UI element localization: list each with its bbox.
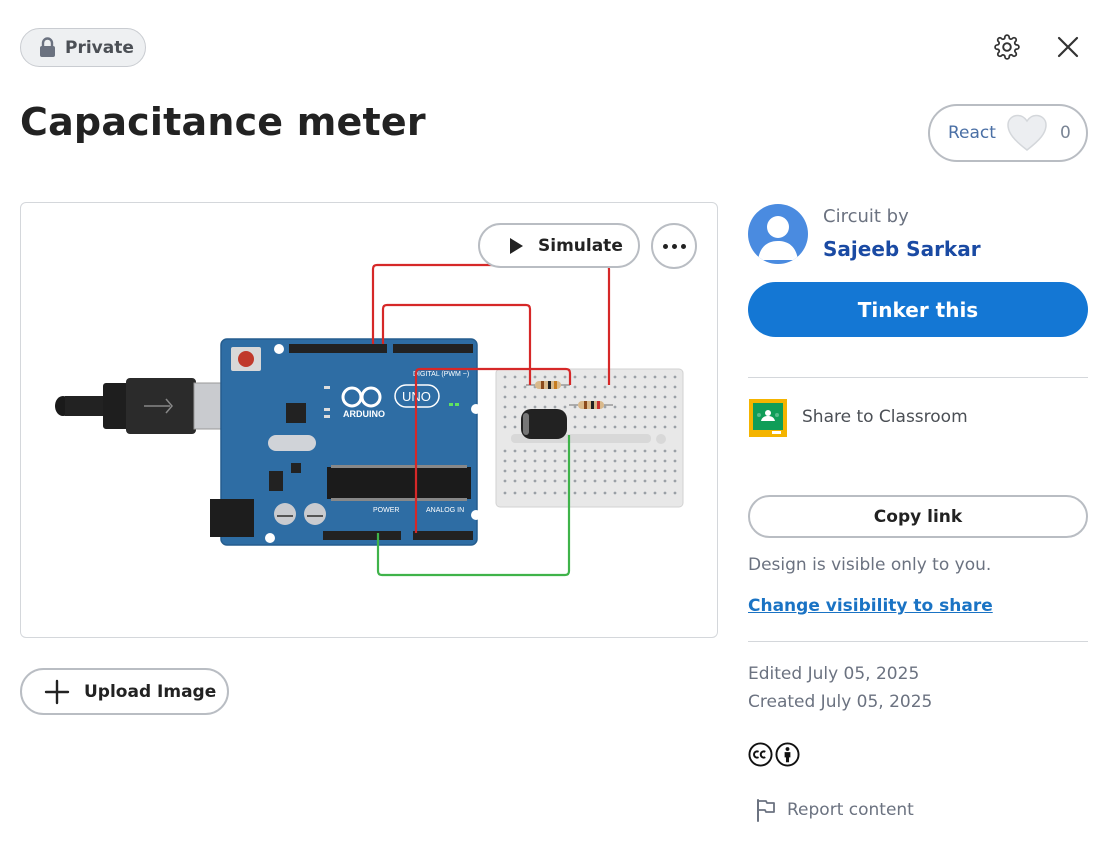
simulate-button[interactable]: Simulate bbox=[478, 223, 640, 268]
avatar[interactable] bbox=[748, 204, 808, 264]
close-button[interactable] bbox=[1051, 30, 1085, 64]
flag-icon bbox=[757, 799, 775, 822]
privacy-label: Private bbox=[65, 37, 134, 58]
gear-icon bbox=[994, 34, 1020, 60]
divider bbox=[748, 641, 1088, 642]
visibility-note: Design is visible only to you. bbox=[748, 555, 992, 575]
copy-link-button[interactable]: Copy link bbox=[748, 495, 1088, 538]
play-icon bbox=[510, 237, 523, 254]
edited-date: Edited July 05, 2025 bbox=[748, 664, 920, 684]
author-link[interactable]: Sajeeb Sarkar bbox=[823, 237, 981, 261]
usb-cable bbox=[55, 378, 237, 434]
close-icon bbox=[1057, 36, 1079, 58]
circuit-by-caption: Circuit by bbox=[823, 206, 909, 227]
more-options-button[interactable] bbox=[651, 223, 697, 269]
more-icon-dot bbox=[680, 243, 686, 249]
page-title: Capacitance meter bbox=[20, 100, 426, 144]
change-visibility-link[interactable]: Change visibility to share bbox=[748, 596, 993, 616]
circuit-preview[interactable]: DIGITAL (PWM ~) POWER ANALOG IN ARDUINO … bbox=[20, 202, 718, 638]
upload-image-button[interactable]: Upload Image bbox=[20, 668, 229, 715]
upload-image-label: Upload Image bbox=[84, 681, 217, 702]
plus-icon bbox=[44, 679, 70, 704]
breadboard bbox=[495, 368, 684, 508]
more-icon-dot bbox=[671, 243, 677, 249]
svg-text:POWER: POWER bbox=[373, 507, 399, 514]
divider bbox=[748, 377, 1088, 378]
heart-icon bbox=[1007, 114, 1047, 151]
attribution-icon bbox=[775, 742, 800, 767]
report-content-label: Report content bbox=[787, 800, 914, 820]
more-icon-dot bbox=[662, 243, 668, 249]
report-content-button[interactable]: Report content bbox=[755, 797, 914, 823]
avatar-icon bbox=[758, 216, 798, 260]
license-badges[interactable] bbox=[748, 742, 800, 767]
simulate-label: Simulate bbox=[538, 235, 623, 256]
svg-text:ARDUINO: ARDUINO bbox=[343, 409, 385, 419]
lock-icon bbox=[40, 37, 55, 57]
circuit-diagram: DIGITAL (PWM ~) POWER ANALOG IN ARDUINO … bbox=[55, 263, 684, 577]
privacy-badge[interactable]: Private bbox=[20, 28, 146, 67]
svg-text:ANALOG IN: ANALOG IN bbox=[426, 507, 464, 514]
created-date: Created July 05, 2025 bbox=[748, 692, 933, 712]
classroom-icon[interactable] bbox=[748, 398, 788, 438]
react-button[interactable]: React 0 bbox=[928, 104, 1088, 162]
cc-icon bbox=[748, 742, 773, 767]
svg-text:DIGITAL (PWM ~): DIGITAL (PWM ~) bbox=[413, 371, 469, 378]
react-count: 0 bbox=[1059, 123, 1071, 143]
tinker-this-button[interactable]: Tinker this bbox=[748, 282, 1088, 337]
settings-button[interactable] bbox=[990, 30, 1024, 64]
share-to-classroom-button[interactable]: Share to Classroom bbox=[802, 407, 968, 427]
react-label: React bbox=[948, 123, 996, 143]
